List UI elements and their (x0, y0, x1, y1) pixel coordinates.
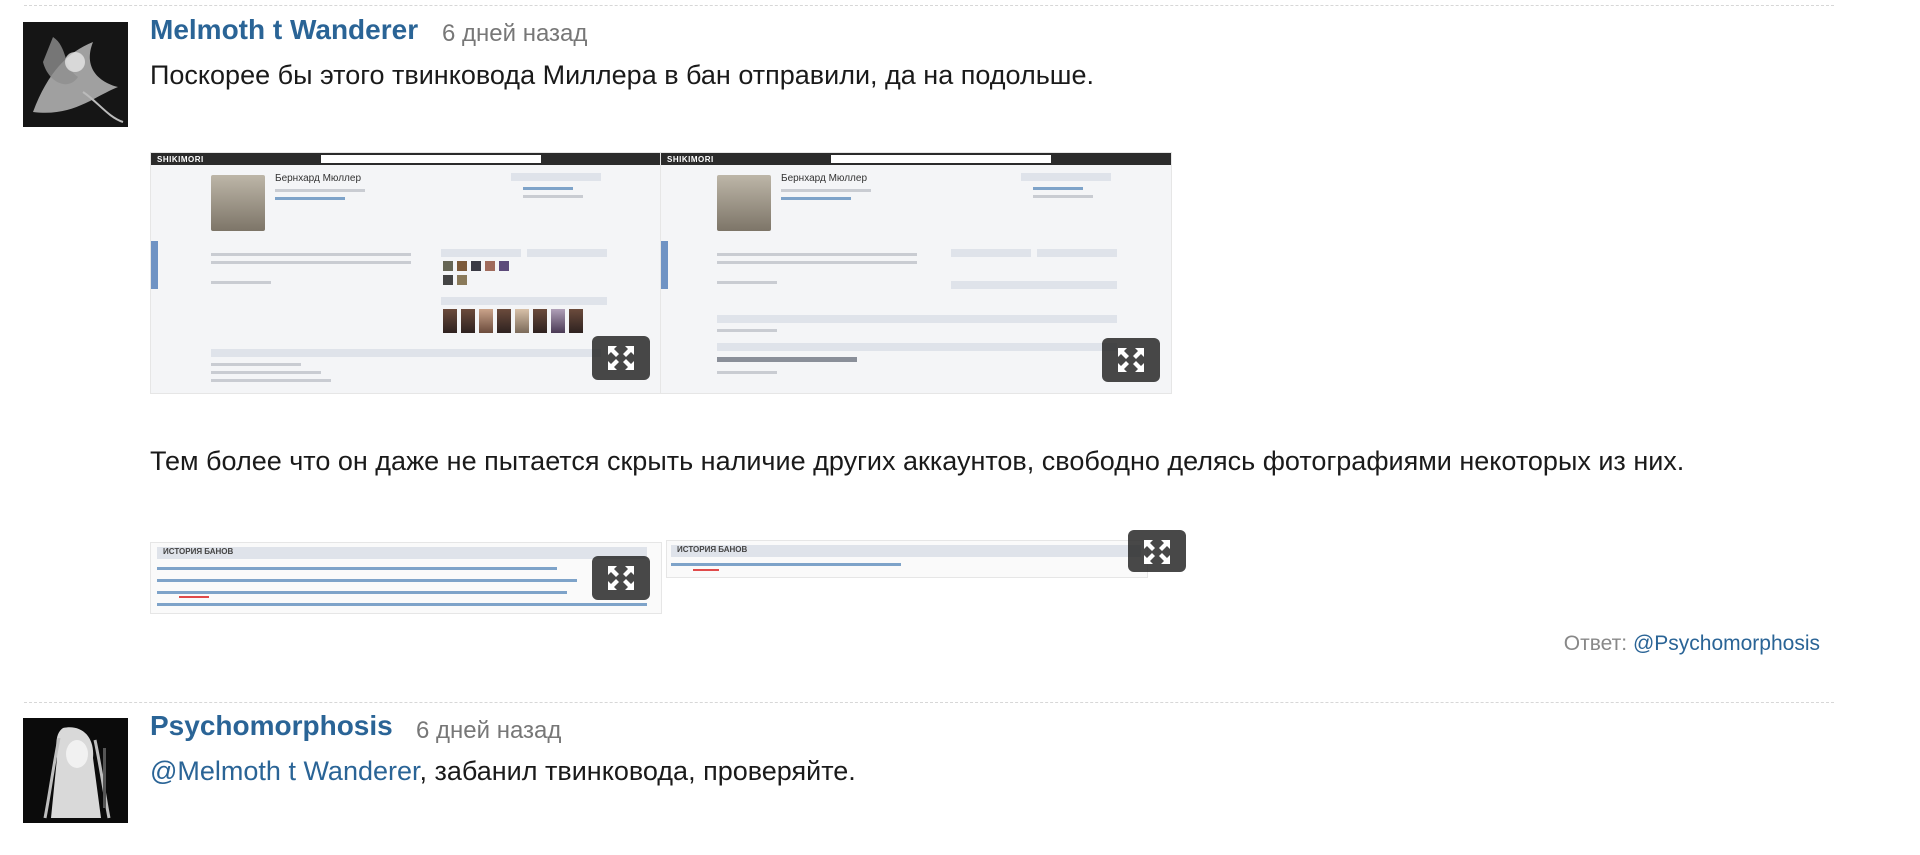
screenshot-line (211, 379, 331, 382)
expand-icon (608, 566, 634, 590)
screenshot-line (211, 371, 321, 374)
screenshot-panel (717, 343, 1117, 351)
screenshot-line (781, 189, 871, 192)
author-avatar[interactable] (23, 22, 128, 127)
screenshot-line (1033, 187, 1083, 190)
screenshot-favourite (479, 309, 493, 333)
screenshot-profile-name: Бернхард Мюллер (781, 173, 868, 184)
expand-icon (1118, 348, 1144, 372)
screenshot-brand: SHIKIMORI (157, 155, 204, 164)
screenshot-panel (1037, 249, 1117, 257)
screenshot-panel (511, 173, 601, 181)
reply-prefix: Ответ: (1563, 632, 1633, 655)
screenshot-panel (951, 249, 1031, 257)
screenshot-line (157, 603, 647, 606)
screenshot-friend (499, 261, 509, 271)
attached-screenshot-profile-2[interactable]: SHIKIMORI Бернхард Мюллер (660, 152, 1172, 394)
screenshot-avatar (211, 175, 265, 231)
expand-image-button[interactable] (592, 336, 650, 380)
screenshot-panel (441, 297, 607, 305)
screenshot-line (157, 567, 557, 570)
screenshot-sidebar (661, 241, 668, 289)
screenshot-line (275, 189, 365, 192)
screenshot-friend (457, 275, 467, 285)
screenshot-favourite (551, 309, 565, 333)
mention-link[interactable]: @Melmoth t Wanderer (150, 756, 420, 786)
screenshot-line (211, 363, 301, 366)
avatar-illustration-icon (23, 22, 128, 127)
screenshot-line (523, 195, 583, 198)
screenshot-search (321, 155, 541, 163)
screenshot-line (275, 197, 345, 200)
screenshot-panel (441, 249, 521, 257)
expand-icon (1144, 540, 1170, 564)
screenshot-line (781, 197, 851, 200)
avatar-photo-icon (23, 718, 128, 823)
screenshot-line (671, 563, 901, 566)
screenshot-search (831, 155, 1051, 163)
screenshot-line (717, 261, 917, 264)
author-avatar[interactable] (23, 718, 128, 823)
screenshot-line (211, 281, 271, 284)
screenshot-avatar (717, 175, 771, 231)
reply-mention-link[interactable]: @Psychomorphosis (1633, 632, 1820, 655)
expand-image-button[interactable] (1128, 530, 1186, 572)
screenshot-favourite (497, 309, 511, 333)
comment-divider (24, 702, 1834, 703)
screenshot-profile-name: Бернхард Мюллер (275, 173, 362, 184)
screenshot-ban-underline (693, 569, 719, 571)
screenshot-line (717, 371, 777, 374)
comment-divider (24, 5, 1834, 6)
expand-image-button[interactable] (1102, 338, 1160, 382)
screenshot-friend (471, 261, 481, 271)
screenshot-panel (951, 281, 1117, 289)
screenshot-favourite (443, 309, 457, 333)
screenshot-panel (1021, 173, 1111, 181)
screenshot-panel (211, 349, 601, 357)
screenshot-line (157, 579, 577, 582)
screenshot-ban-header: ИСТОРИЯ БАНОВ (163, 547, 234, 556)
screenshot-line (1033, 195, 1093, 198)
comment-time[interactable]: 6 дней назад (416, 717, 561, 745)
author-name[interactable]: Psychomorphosis (150, 710, 393, 742)
screenshot-topbar: SHIKIMORI (661, 153, 1171, 165)
comment-text: Поскорее бы этого твинковода Миллера в б… (150, 60, 1094, 90)
screenshot-line (523, 187, 573, 190)
reply-to: Ответ: @Psychomorphosis (1564, 632, 1820, 656)
screenshot-favourite (461, 309, 475, 333)
screenshot-friend (457, 261, 467, 271)
screenshot-favourite (533, 309, 547, 333)
author-name[interactable]: Melmoth t Wanderer (150, 14, 418, 46)
comment-text-rest: , забанил твинковода, проверяйте. (419, 756, 856, 786)
screenshot-line (717, 329, 777, 332)
screenshot-line (717, 281, 777, 284)
expand-icon (608, 346, 634, 370)
screenshot-friend (443, 261, 453, 271)
screenshot-line (717, 253, 917, 256)
screenshot-topbar: SHIKIMORI (151, 153, 661, 165)
comment-text: @Melmoth t Wanderer, забанил твинковода,… (150, 756, 856, 787)
screenshot-ban-underline (179, 596, 209, 598)
expand-image-button[interactable] (592, 556, 650, 600)
screenshot-friend (443, 275, 453, 285)
attached-screenshot-ban-history-1[interactable]: ИСТОРИЯ БАНОВ (150, 542, 662, 614)
screenshot-panel (717, 315, 1117, 323)
comment-time[interactable]: 6 дней назад (442, 20, 587, 48)
screenshot-friend (485, 261, 495, 271)
screenshot-toolbar (717, 357, 857, 362)
comment-text: Тем более что он даже не пытается скрыть… (150, 446, 1685, 476)
screenshot-line (157, 591, 567, 594)
screenshot-favourite (515, 309, 529, 333)
attached-screenshot-profile-1[interactable]: SHIKIMORI Бернхард Мюллер (150, 152, 662, 394)
screenshot-ban-header: ИСТОРИЯ БАНОВ (677, 545, 748, 554)
attached-screenshot-ban-history-2[interactable]: ИСТОРИЯ БАНОВ (666, 540, 1148, 578)
screenshot-line (211, 261, 411, 264)
screenshot-line (211, 253, 411, 256)
screenshot-brand: SHIKIMORI (667, 155, 714, 164)
comments-feed: Melmoth t Wanderer 6 дней назад Поскорее… (0, 0, 1920, 855)
screenshot-panel (527, 249, 607, 257)
screenshot-favourite (569, 309, 583, 333)
screenshot-sidebar (151, 241, 158, 289)
